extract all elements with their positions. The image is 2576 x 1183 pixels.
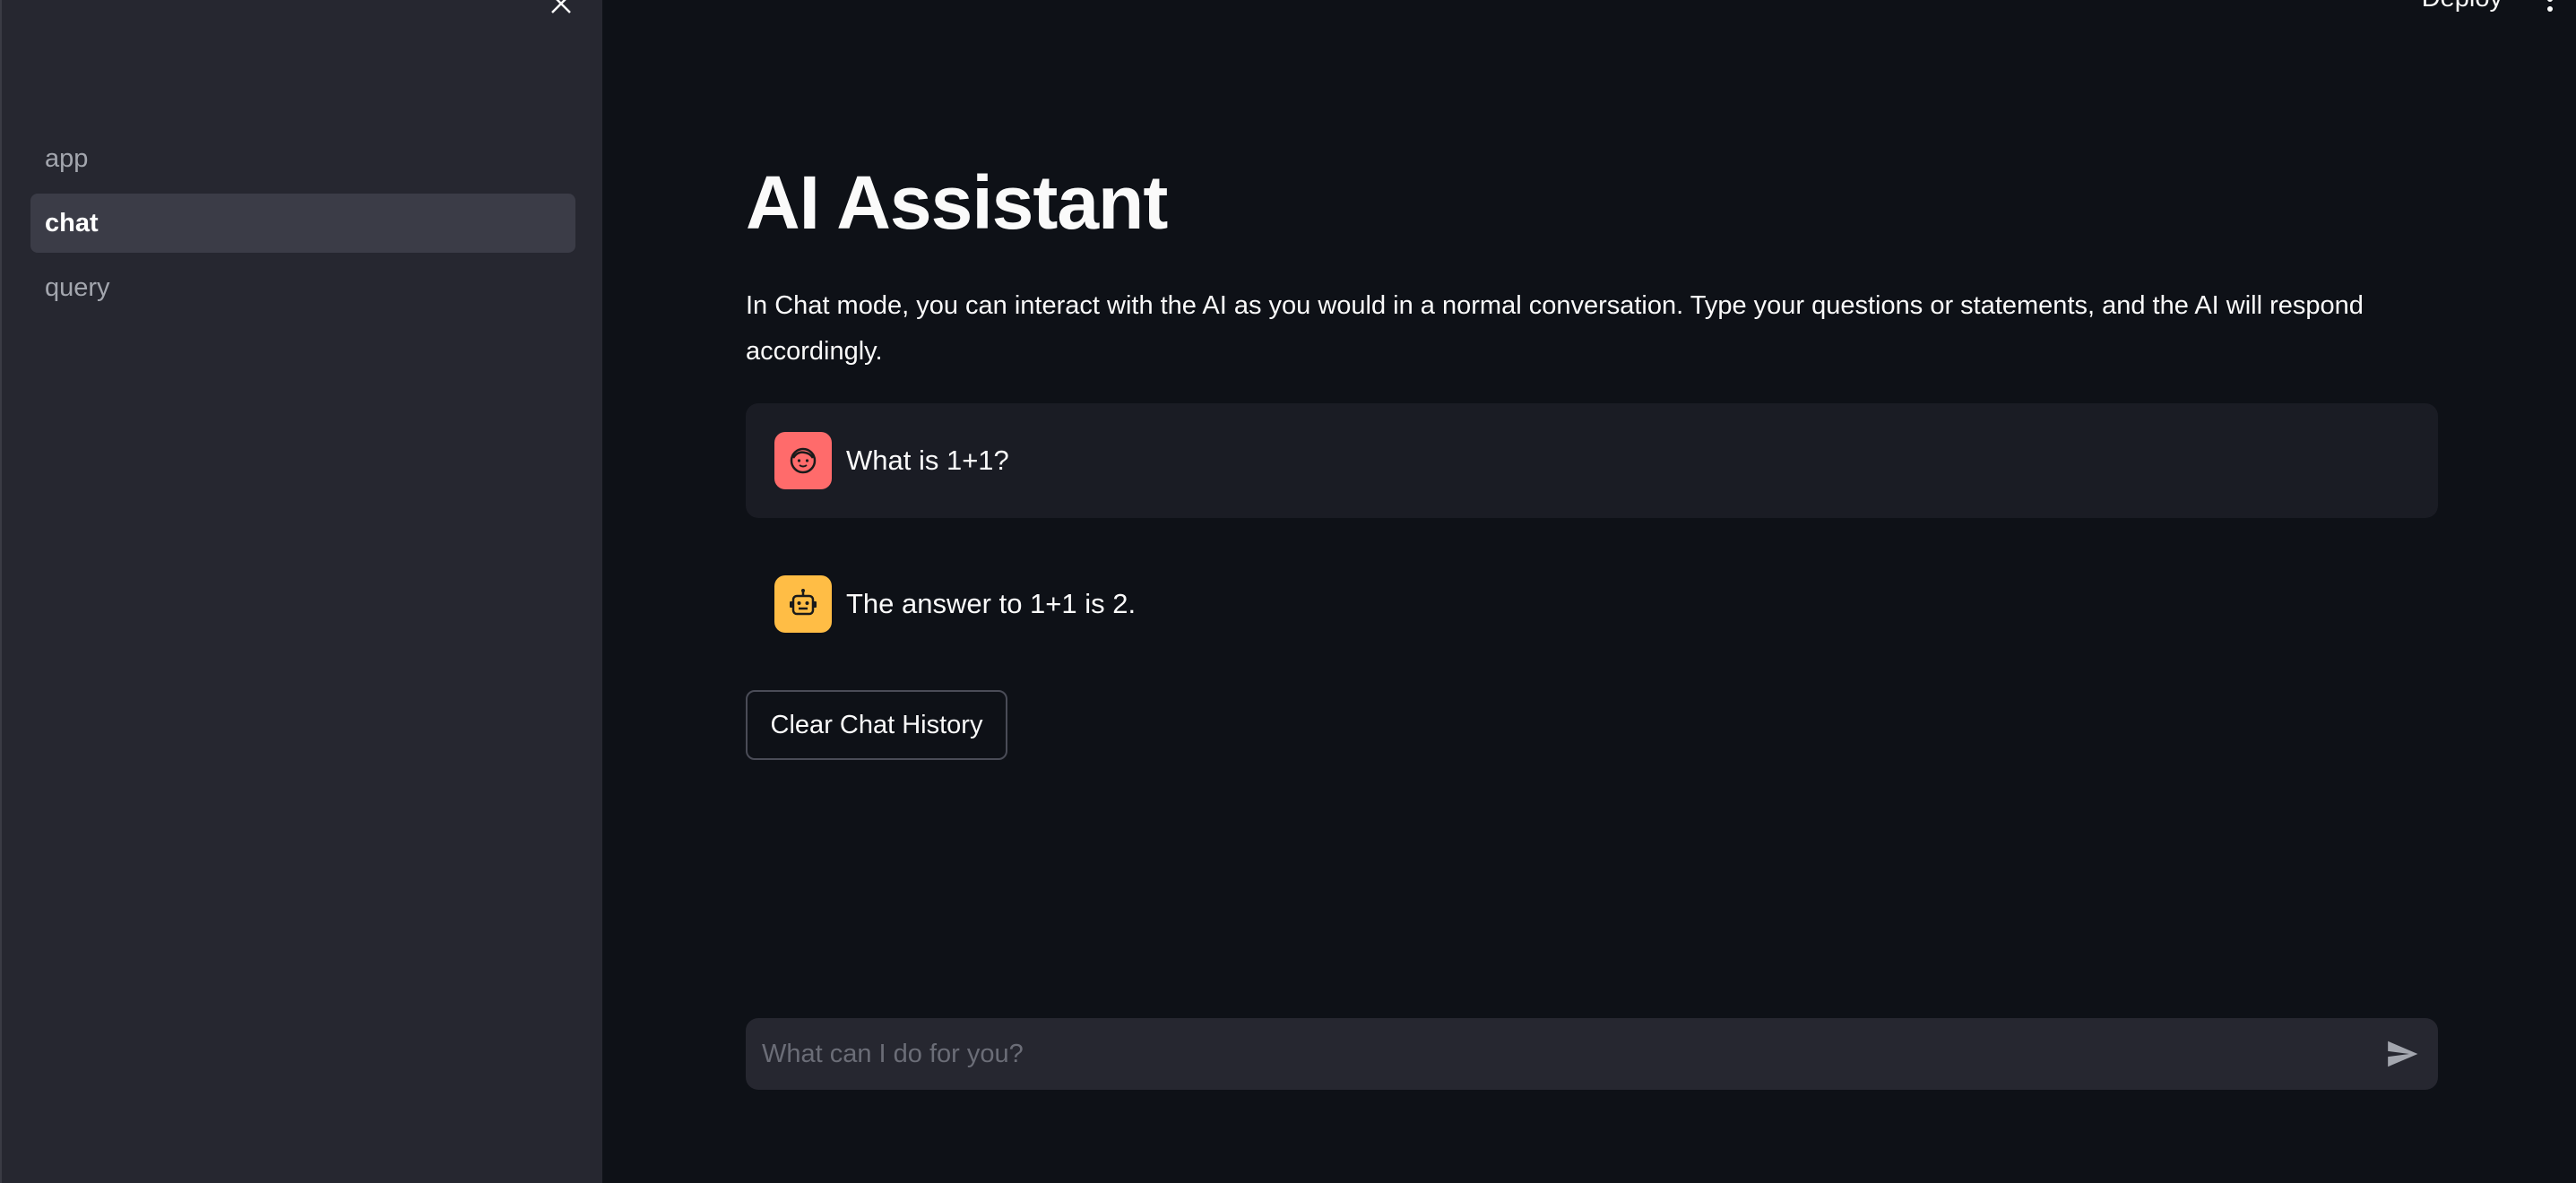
user-face-icon <box>774 432 832 489</box>
sidebar-item-query[interactable]: query <box>30 258 575 317</box>
sidebar-item-app[interactable]: app <box>30 129 575 188</box>
sidebar-nav: app chat query <box>30 129 575 323</box>
page-title: AI Assistant <box>746 160 1168 245</box>
page-description: In Chat mode, you can interact with the … <box>746 291 2364 366</box>
sidebar: app chat query <box>0 0 602 1183</box>
message-text: What is 1+1? <box>846 445 1009 476</box>
clear-chat-history-button[interactable]: Clear Chat History <box>746 690 1007 760</box>
chat-input-container <box>746 1018 2438 1090</box>
message-text: The answer to 1+1 is 2. <box>846 588 1137 619</box>
close-icon[interactable] <box>545 0 577 20</box>
header-toolbar: Deploy <box>2422 0 2554 13</box>
chat-message-user: What is 1+1? <box>746 403 2438 518</box>
main-content: AI Assistant In Chat mode, you can inter… <box>746 0 2438 1183</box>
chat-input[interactable] <box>746 1018 2366 1090</box>
robot-icon <box>774 575 832 633</box>
sidebar-item-chat[interactable]: chat <box>30 194 575 253</box>
chat-message-assistant: The answer to 1+1 is 2. <box>746 547 2438 661</box>
vertical-dots-icon[interactable] <box>2546 0 2554 12</box>
send-icon[interactable] <box>2366 1018 2438 1090</box>
